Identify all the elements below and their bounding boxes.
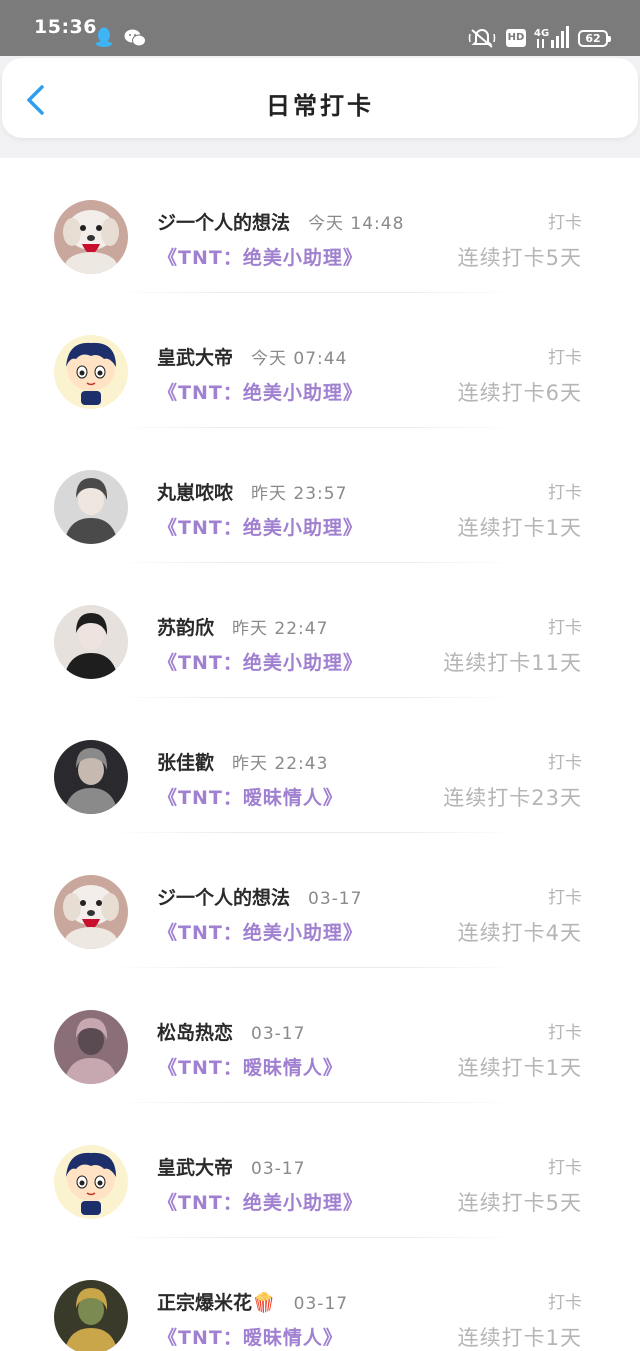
checkin-label: 打卡	[548, 888, 582, 908]
streak-count: 连续打卡5天	[457, 1191, 582, 1215]
puppy-avatar	[54, 200, 128, 274]
user-name[interactable]: 皇武大帝	[157, 1157, 233, 1179]
user-name[interactable]: ジ一个人的想法	[157, 212, 290, 234]
photo-avatar	[54, 605, 128, 679]
checkin-time: 03-17	[251, 1024, 306, 1044]
user-name[interactable]: 皇武大帝	[157, 347, 233, 369]
streak-count: 连续打卡1天	[457, 516, 582, 540]
avatar[interactable]	[54, 335, 128, 409]
header-bar: 日常打卡	[2, 58, 638, 138]
streak-count: 连续打卡1天	[457, 1056, 582, 1080]
checkin-time: 03-17	[293, 1294, 349, 1314]
task-title[interactable]: 《TNT：暧昧情人》	[158, 1053, 343, 1080]
battery-icon: 62	[578, 30, 611, 47]
user-name[interactable]: 张佳歡	[157, 752, 214, 774]
checkin-label: 打卡	[548, 483, 582, 503]
checkin-time: 03-17	[251, 1159, 306, 1179]
checkin-row[interactable]: 苏韵欣 昨天 22:47 《TNT：绝美小助理》 打卡 连续打卡11天	[0, 563, 640, 698]
checkin-list[interactable]: ジ一个人的想法 今天 14:48 《TNT：绝美小助理》 打卡 连续打卡5天 皇武…	[0, 158, 640, 1351]
task-title[interactable]: 《TNT：绝美小助理》	[158, 513, 363, 540]
wechat-icon	[124, 29, 146, 47]
streak-count: 连续打卡23天	[443, 786, 582, 810]
checkin-time: 昨天 22:43	[232, 754, 329, 774]
task-title[interactable]: 《TNT：绝美小助理》	[158, 918, 363, 945]
photo-avatar	[54, 1280, 128, 1351]
photo-avatar	[54, 740, 128, 814]
user-name[interactable]: ジ一个人的想法	[157, 887, 290, 909]
avatar[interactable]	[54, 1010, 128, 1084]
streak-count: 连续打卡4天	[457, 921, 582, 945]
user-name[interactable]: 松岛热恋	[157, 1022, 233, 1044]
streak-count: 连续打卡6天	[457, 381, 582, 405]
avatar[interactable]	[54, 200, 128, 274]
status-bar: 15:36 HD 4G 62	[0, 0, 640, 56]
checkin-row[interactable]: ジ一个人的想法 03-17 《TNT：绝美小助理》 打卡 连续打卡4天	[0, 833, 640, 968]
page-title: 日常打卡	[266, 92, 374, 120]
avatar[interactable]	[54, 605, 128, 679]
checkin-label: 打卡	[548, 1293, 582, 1313]
hd-icon: HD	[506, 29, 526, 47]
svg-text:4G: 4G	[534, 28, 549, 39]
checkin-row[interactable]: 丸崽哝哝 昨天 23:57 《TNT：绝美小助理》 打卡 连续打卡1天	[0, 428, 640, 563]
avatar[interactable]	[54, 875, 128, 949]
checkin-label: 打卡	[548, 618, 582, 638]
checkin-time: 今天 07:44	[251, 349, 348, 369]
avatar[interactable]	[54, 740, 128, 814]
task-title[interactable]: 《TNT：绝美小助理》	[158, 378, 363, 405]
checkin-label: 打卡	[548, 348, 582, 368]
user-name[interactable]: 正宗爆米花🍿	[157, 1292, 276, 1314]
streak-count: 连续打卡1天	[457, 1326, 582, 1350]
task-title[interactable]: 《TNT：绝美小助理》	[158, 243, 363, 270]
task-title[interactable]: 《TNT：暧昧情人》	[158, 1323, 343, 1350]
checkin-label: 打卡	[548, 753, 582, 773]
checkin-row[interactable]: 松岛热恋 03-17 《TNT：暧昧情人》 打卡 连续打卡1天	[0, 968, 640, 1103]
checkin-label: 打卡	[548, 1158, 582, 1178]
checkin-time: 昨天 23:57	[251, 484, 348, 504]
status-time: 15:36	[34, 16, 97, 38]
avatar[interactable]	[54, 1280, 128, 1351]
checkin-row[interactable]: 正宗爆米花🍿 03-17 《TNT：暧昧情人》 打卡 连续打卡1天	[0, 1238, 640, 1351]
checkin-label: 打卡	[548, 213, 582, 233]
photo-avatar	[54, 1010, 128, 1084]
qq-icon	[96, 27, 112, 47]
signal-4g-icon: 4G	[534, 26, 569, 48]
cartoon-boy-avatar	[54, 1145, 128, 1219]
task-title[interactable]: 《TNT：绝美小助理》	[158, 648, 363, 675]
checkin-time: 03-17	[308, 889, 363, 909]
checkin-time: 昨天 22:47	[232, 619, 329, 639]
user-name[interactable]: 苏韵欣	[157, 617, 214, 639]
puppy-avatar	[54, 875, 128, 949]
user-name[interactable]: 丸崽哝哝	[157, 482, 233, 504]
mute-icon	[468, 29, 496, 48]
checkin-row[interactable]: 张佳歡 昨天 22:43 《TNT：暧昧情人》 打卡 连续打卡23天	[0, 698, 640, 833]
task-title[interactable]: 《TNT：绝美小助理》	[158, 1188, 363, 1215]
task-title[interactable]: 《TNT：暧昧情人》	[158, 783, 343, 810]
streak-count: 连续打卡11天	[443, 651, 582, 675]
checkin-row[interactable]: 皇武大帝 03-17 《TNT：绝美小助理》 打卡 连续打卡5天	[0, 1103, 640, 1238]
checkin-row[interactable]: ジ一个人的想法 今天 14:48 《TNT：绝美小助理》 打卡 连续打卡5天	[0, 158, 640, 293]
checkin-label: 打卡	[548, 1023, 582, 1043]
avatar[interactable]	[54, 1145, 128, 1219]
checkin-time: 今天 14:48	[308, 214, 405, 234]
streak-count: 连续打卡5天	[457, 246, 582, 270]
cartoon-boy-avatar	[54, 335, 128, 409]
photo-avatar	[54, 470, 128, 544]
avatar[interactable]	[54, 470, 128, 544]
checkin-row[interactable]: 皇武大帝 今天 07:44 《TNT：绝美小助理》 打卡 连续打卡6天	[0, 293, 640, 428]
